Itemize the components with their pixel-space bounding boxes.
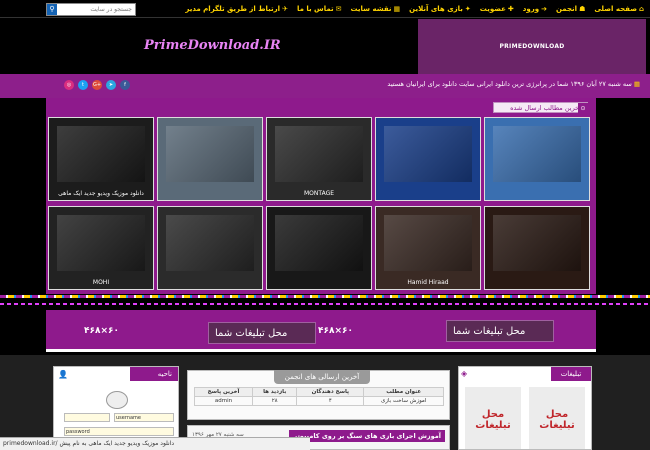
password-value: password [66,429,90,435]
telegram-icon: ✈ [282,5,288,13]
nav-item-0[interactable]: صفحه اصلی ⌂ [594,3,644,15]
forum-col-header: بازدید ها [251,387,298,397]
contact-icon: ✉ [335,5,342,13]
ad-panel-title: تبلیغات [551,367,591,381]
twitter-icon[interactable]: t [78,80,88,90]
googleplus-icon[interactable]: G+ [92,80,102,90]
thumb-singer-1[interactable] [484,206,590,290]
nav-label: ارتباط از طریق تلگرام مدیر [185,5,281,13]
forum-icon: ☗ [579,5,586,13]
top-bar: جستجو در سایت ⚲ صفحه اصلی ⌂ انجمن ☗ ورود ➔ عضو… [0,0,650,18]
telegram-icon[interactable]: ➤ [106,80,116,90]
user-icon: 👤 [58,370,68,379]
table-row[interactable]: اموزش ساخت بازی ۴ ۲۸ admin [194,396,444,406]
thumb-singer-3[interactable] [266,206,372,290]
browser-status-bar: primedownload.ir/ دانلود موزیک ویدیو جدی… [0,437,310,450]
avatar [106,391,128,409]
ad-label: محل تبلیغات شما [453,326,526,337]
register-icon: ✚ [507,5,514,13]
nav-label: نقشه سایت [350,5,392,13]
username-field[interactable]: username [114,413,174,422]
forum-table: عنوان مطلب پاسخ دهندگان بازدید ها آخرین پاس… [194,387,444,406]
ad-label: محل تبلیغات شما [215,328,288,339]
megaphone-icon: ◈ [461,369,468,378]
gallery-title-label: آخرین مطالب ارسال شده [510,104,581,112]
forum-panel: آخرین ارسالی های انجمن عنوان مطلب پاسخ ده… [187,370,450,420]
games-icon: ✦ [464,5,471,13]
thumb-singer-5[interactable]: MOHI [48,206,154,290]
forum-col-header: عنوان مطلب [363,387,444,397]
forum-cell: اموزش ساخت بازی [363,396,444,406]
gallery-title: آخرین مطالب ارسال شده ⊙ [493,102,588,114]
calendar-icon: ▦ [631,80,640,88]
nav-item-5[interactable]: نقشه سایت ▦ [351,3,401,15]
forum-col-header: پاسخ دهندگان [296,387,365,397]
nav-item-1[interactable]: انجمن ☗ [556,3,585,15]
nav-label: صفحه اصلی [594,5,637,13]
nav-item-2[interactable]: ورود ➔ [523,3,547,15]
home-icon: ⌂ [638,5,644,13]
thumb-music-video[interactable]: دانلود موزیک ویدیو جدید ایک ماهی [48,117,154,201]
thumb-desktop-software[interactable] [484,117,590,201]
user-panel-title: ناحیه کاربری [130,367,178,392]
thumb-file-manager[interactable] [375,117,481,201]
ticker-text: ▦ سه شنبه ۲۷ آبان ۱۳۹۶ شما در پرانرژی تر… [387,80,640,88]
forum-title: آخرین ارسالی های انجمن [274,370,370,384]
search-input[interactable]: جستجو در سایت [46,3,136,16]
thumb-caption: MOHI [92,279,110,286]
ad-panel: تبلیغات ◈ محل تبلیغات محل تبلیغات [458,366,592,450]
forum-col-header: آخرین پاسخ [194,387,253,397]
social-links: ◎ t G+ ➤ f [64,80,130,90]
thumb-singer-2[interactable]: Hamid Hiraad [375,206,481,290]
nav-label: بازی های آنلاین [409,5,463,13]
header-banner[interactable]: PRIMEDOWNLOAD [418,19,646,75]
login-icon: ➔ [541,5,547,13]
list-icon: ⊙ [578,103,588,114]
ad-size-1: ۴۶۸×۶۰ [318,326,354,336]
ad-slot-side-1[interactable]: محل تبلیغات [465,387,521,449]
thumb-video-collage[interactable] [157,117,263,201]
ad-slot-2[interactable]: محل تبلیغات شما [208,322,316,344]
username-input-box[interactable] [64,413,110,422]
search-icon[interactable]: ⚲ [47,4,57,15]
sitemap-icon: ▦ [393,5,401,13]
divider [0,303,650,305]
password-field[interactable]: password [64,427,174,436]
ad-slot-side-2[interactable]: محل تبلیغات [529,387,585,449]
thumb-caption: Hamid Hiraad [407,279,449,286]
divider [0,295,650,298]
site-logo[interactable]: PrimeDownload.IR [144,38,281,53]
nav-item-6[interactable]: تماس با ما ✉ [297,3,342,15]
facebook-icon[interactable]: f [120,80,130,90]
nav-label: انجمن [555,5,578,13]
ad-size-2: ۴۶۸×۶۰ [84,326,120,336]
nav-item-3[interactable]: عضویت ✚ [480,3,514,15]
forum-cell: ۴ [296,396,365,406]
username-value: username [116,415,141,421]
forum-cell: admin [194,396,253,406]
nav-item-7[interactable]: ارتباط از طریق تلگرام مدیر ✈ [185,3,288,15]
ad-slot-1[interactable]: محل تبلیغات شما [446,320,554,342]
nav-label: ورود [522,5,540,13]
thumb-caption: دانلود موزیک ویدیو جدید ایک ماهی [58,190,144,197]
forum-cell: ۲۸ [251,396,298,406]
thumb-singer-4[interactable] [157,206,263,290]
search-placeholder: جستجو در سایت [90,6,132,13]
main-nav: صفحه اصلی ⌂ انجمن ☗ ورود ➔ عضویت ✚ بازی های آنلا… [185,3,644,15]
nav-item-4[interactable]: بازی های آنلاین ✦ [409,3,471,15]
nav-label: عضویت [479,5,506,13]
post-title[interactable]: آموزش اجرای بازی های سنگ بر روی کامپیوتر [289,430,445,442]
thumb-caption: MONTAGE [303,190,335,197]
ticker-label: سه شنبه ۲۷ آبان ۱۳۹۶ شما در پرانرژی ترین… [387,80,632,88]
nav-label: تماس با ما [296,5,334,13]
thumb-montage-film[interactable]: MONTAGE [266,117,372,201]
instagram-icon[interactable]: ◎ [64,80,74,90]
